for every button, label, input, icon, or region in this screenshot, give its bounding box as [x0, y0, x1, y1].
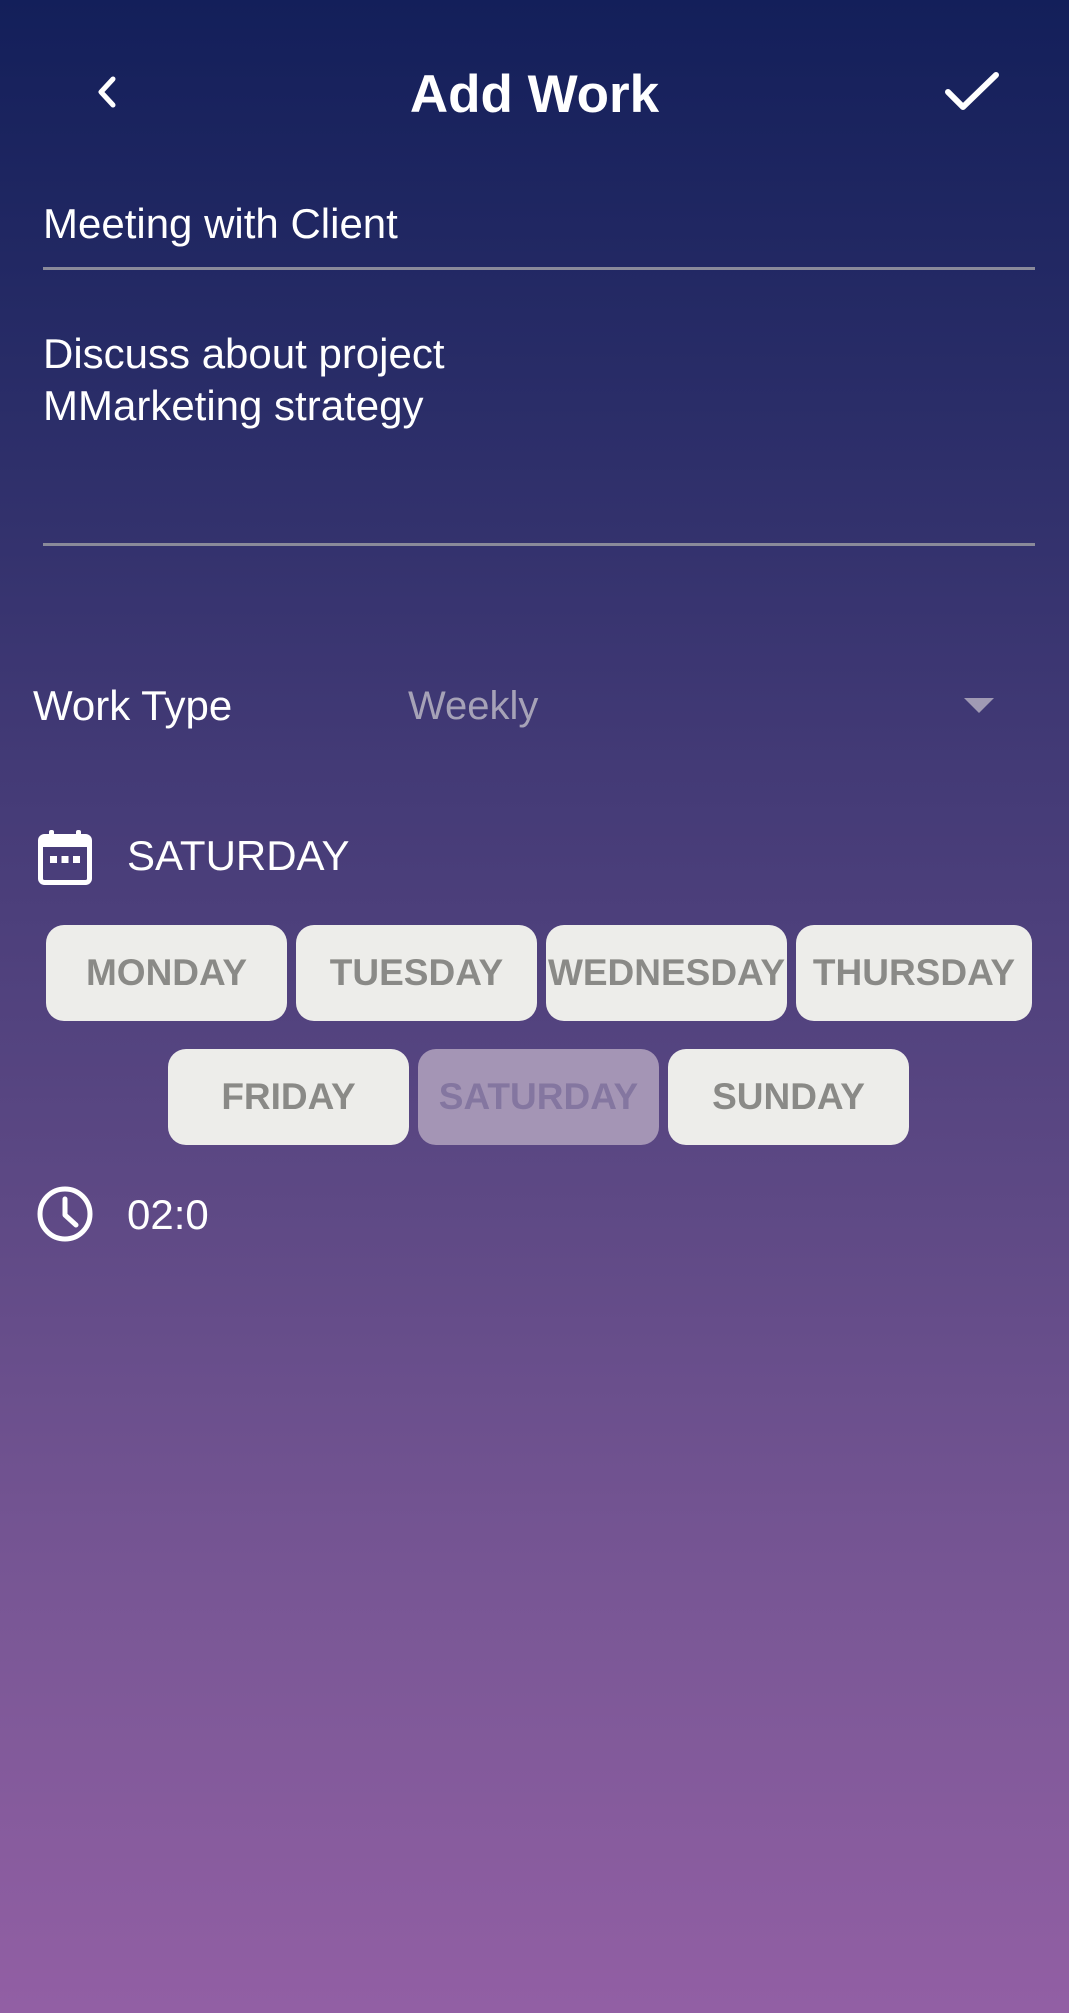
day-chip-wednesday[interactable]: WEDNESDAY: [546, 925, 787, 1021]
dropdown-arrow-icon: [964, 698, 994, 713]
time-value: 02:0: [127, 1191, 209, 1238]
day-chip-friday[interactable]: FRIDAY: [168, 1049, 409, 1145]
work-title-input[interactable]: Meeting with Client: [43, 198, 1035, 270]
app-header: Add Work: [0, 0, 1069, 190]
day-chip-saturday[interactable]: SATURDAY: [418, 1049, 659, 1145]
work-type-label: Work Type: [33, 682, 233, 729]
page-title: Add Work: [409, 65, 660, 124]
selected-day-label: SATURDAY: [127, 832, 350, 879]
time-picker[interactable]: 02:0: [37, 1185, 637, 1245]
selected-day-row: SATURDAY: [37, 825, 937, 889]
check-icon: [945, 72, 999, 110]
work-type-value: Weekly: [408, 684, 539, 728]
calendar-icon: [38, 830, 92, 885]
clock-icon: [37, 1186, 93, 1242]
save-button[interactable]: [932, 52, 1012, 132]
work-type-dropdown[interactable]: Weekly: [408, 676, 1008, 736]
day-chip-sunday[interactable]: SUNDAY: [668, 1049, 909, 1145]
day-chip-thursday[interactable]: THURSDAY: [796, 925, 1032, 1021]
description-input[interactable]: Discuss about project MMarketing strateg…: [43, 328, 1035, 546]
day-chip-monday[interactable]: MONDAY: [46, 925, 287, 1021]
day-chip-tuesday[interactable]: TUESDAY: [296, 925, 537, 1021]
